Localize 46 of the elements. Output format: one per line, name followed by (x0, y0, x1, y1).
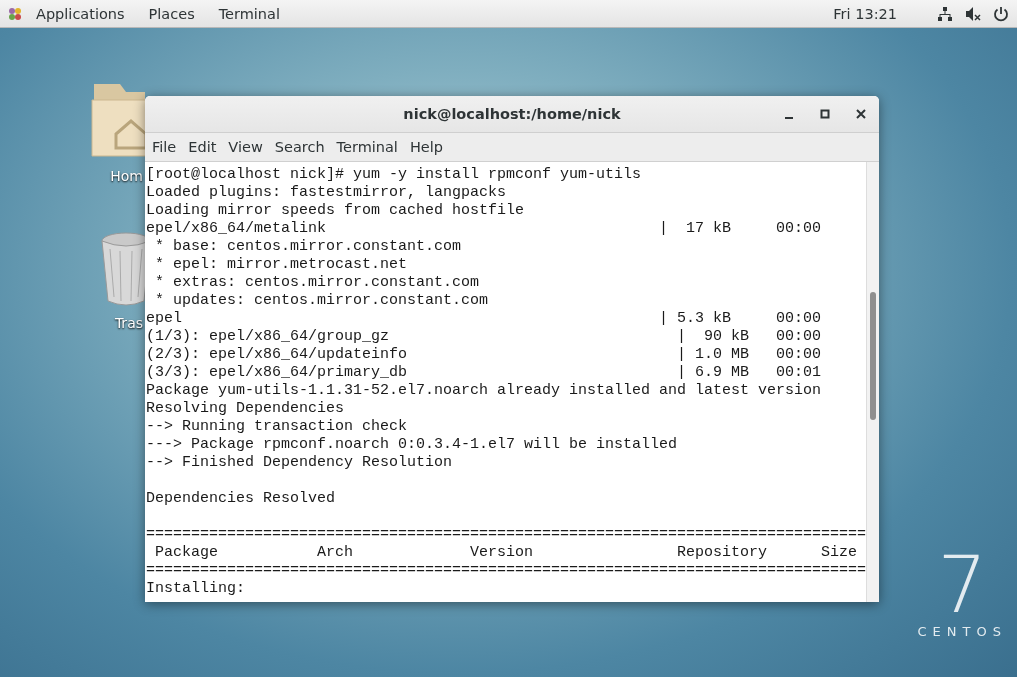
terminal-line: Resolving Dependencies (146, 400, 346, 418)
desktop-icon-label: Tras (114, 315, 143, 331)
terminal-line: Installing: (146, 580, 247, 598)
network-icon[interactable] (937, 5, 953, 22)
terminal-line: ================================================================================ (146, 562, 866, 580)
window-title: nick@localhost:/home/nick (403, 106, 621, 122)
terminal-line: Loaded plugins: fastestmirror, langpacks (146, 184, 508, 202)
terminal-line: (3/3): epel/x86_64/primary_db | 6.9 MB 00:01 (146, 364, 823, 382)
top-menu-item[interactable]: Places (136, 5, 207, 22)
terminal-line: (2/3): epel/x86_64/updateinfo | 1.0 MB 00:00 (146, 346, 823, 364)
desktop-icon-label: Hom (110, 168, 143, 184)
logo-name: CENTOS (917, 624, 1007, 639)
menu-item[interactable]: Search (268, 139, 331, 155)
terminal-line: Loading mirror speeds from cached hostfile (146, 202, 526, 220)
terminal-line: Package yum-utils-1.1.31-52.el7.noarch already installed and latest version (146, 382, 823, 400)
menu-item[interactable]: File (146, 139, 183, 155)
top-menu-item[interactable]: Applications (24, 5, 137, 22)
terminal-line: (1/3): epel/x86_64/group_gz | 90 kB 00:00 (146, 328, 823, 346)
terminal-line: [root@localhost nick]# yum -y install rpmconf yum-utils (146, 166, 643, 184)
terminal-line: --> Finished Dependency Resolution (146, 454, 454, 472)
menu-item[interactable]: Help (403, 139, 449, 155)
terminal-line: ---> Package rpmconf.noarch 0:0.3.4-1.el7 will be installed (146, 436, 679, 454)
terminal-line: * epel: mirror.metrocast.net (154, 256, 409, 274)
terminal-line: epel/x86_64/metalink | 17 kB 00:00 (146, 220, 823, 238)
terminal-line: ================================================================================ (146, 526, 866, 544)
terminal-line: * updates: centos.mirror.constant.com (154, 292, 490, 310)
close-icon (856, 109, 866, 119)
volume-muted-icon[interactable] (965, 5, 981, 22)
logo-number: 7 (937, 550, 988, 620)
minimize-icon (785, 117, 793, 119)
terminal-line: * extras: centos.mirror.constant.com (154, 274, 481, 292)
scrollbar-thumb[interactable] (870, 292, 876, 420)
terminal-line: --> Running transaction check (146, 418, 409, 436)
menu-item[interactable]: Edit (182, 139, 223, 155)
terminal-line: * base: centos.mirror.constant.com (154, 238, 463, 256)
top-menu-item[interactable]: Terminal (206, 5, 292, 22)
scrollbar[interactable] (866, 162, 879, 602)
terminal-line: Dependencies Resolved (146, 490, 337, 508)
maximize-icon (820, 109, 830, 119)
clock[interactable]: Fri 13:21 (833, 5, 897, 22)
applications-logo-icon (8, 6, 22, 21)
terminal-line: Package Arch Version Repository Size (154, 544, 859, 562)
terminal-line: epel | 5.3 kB 00:00 (146, 310, 823, 328)
power-icon[interactable] (993, 5, 1009, 22)
menu-item[interactable]: View (222, 139, 269, 155)
menu-item[interactable]: Terminal (330, 139, 404, 155)
